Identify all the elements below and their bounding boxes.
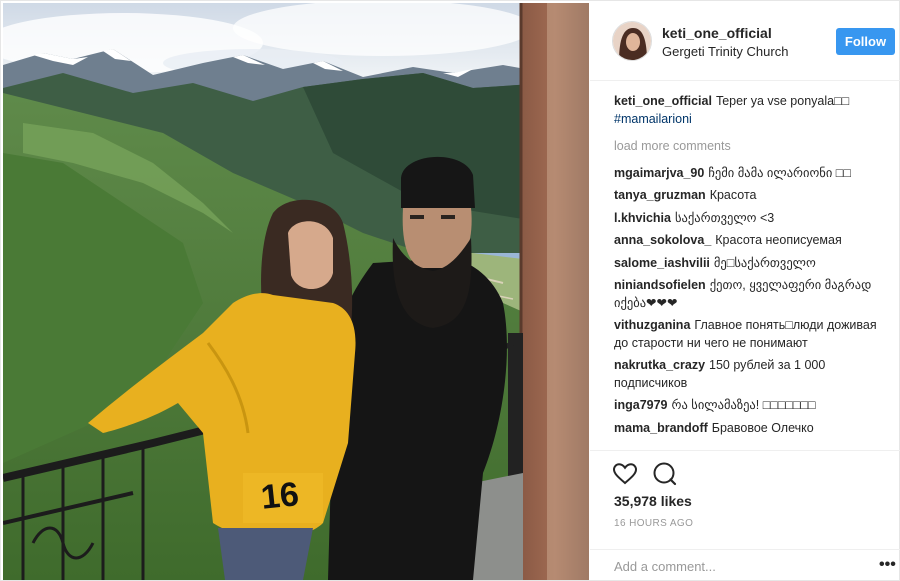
comment-text: Бравовое Олечко	[711, 420, 814, 435]
add-comment-bar: •••	[590, 549, 900, 581]
comment-username[interactable]: salome_iashvilii	[614, 256, 710, 270]
caption-text: Teper ya vse ponyala□□	[715, 94, 850, 108]
comment-item: l.khvichia საქართველო <3	[614, 210, 888, 228]
caption-username[interactable]: keti_one_official	[614, 94, 712, 108]
header-username[interactable]: keti_one_official	[662, 25, 772, 41]
caption-hashtag[interactable]: #mamailarioni	[614, 112, 692, 126]
comments-list[interactable]: keti_one_official Teper ya vse ponyala□□ …	[614, 93, 888, 450]
load-more-comments[interactable]: load more comments	[614, 138, 888, 156]
add-comment-input[interactable]	[614, 556, 854, 576]
comment-username[interactable]: vithuzganina	[614, 318, 690, 332]
follow-button[interactable]: Follow	[836, 28, 895, 55]
comment-item: salome_iashvilii მე□საქართველო	[614, 255, 888, 273]
heart-icon-graphic	[612, 463, 638, 485]
likes-count[interactable]: 35,978 likes	[614, 493, 692, 509]
comment-item: inga7979 რა სილამაზეა! □□□□□□□	[614, 397, 888, 415]
comment-item: anna_sokolova_ Красота неописуемая	[614, 232, 888, 250]
comment-item: nakrutka_crazy 150 рублей за 1 000 подпис…	[614, 357, 888, 392]
location-link[interactable]: Gergeti Trinity Church	[662, 44, 788, 59]
comment-text: მე□საქართველო	[713, 255, 816, 270]
comment-text: Красота	[709, 188, 757, 202]
comment-username[interactable]: anna_sokolova_	[614, 233, 711, 247]
comment-item: niniandsofielen ქეთო, ყველაფერი მაგრად იქ…	[614, 277, 888, 312]
comment-username[interactable]: niniandsofielen	[614, 278, 706, 292]
comment-item: mama_brandoff Бравовое Олечко	[614, 420, 888, 438]
more-options-icon[interactable]: •••	[879, 555, 896, 575]
comment-username[interactable]: mgaimarjva_90	[614, 166, 704, 180]
avatar[interactable]	[612, 21, 652, 61]
comment-username[interactable]: inga7979	[614, 398, 668, 412]
jersey-number: 16	[259, 475, 301, 517]
comment-text: საქართველო <3	[674, 210, 775, 225]
instagram-post: 16 keti_one_official Gergeti Trinity Chu…	[0, 0, 900, 581]
comment-item: tanya_gruzman Красота	[614, 187, 888, 205]
post-actions: 35,978 likes 16 HOURS AGO	[590, 450, 900, 550]
comment-username[interactable]: l.khvichia	[614, 211, 671, 225]
comment-item: mgaimarjva_90 ჩემი მამა ილარიონი □□	[614, 165, 888, 183]
comment-text: ჩემი მამა ილარიონი □□	[708, 165, 851, 180]
post-timestamp[interactable]: 16 HOURS AGO	[614, 518, 693, 529]
comment-username[interactable]: nakrutka_crazy	[614, 358, 705, 372]
comment-item: vithuzganina Главное понять□люди доживая …	[614, 317, 888, 352]
post-sidebar: keti_one_official Gergeti Trinity Church…	[590, 1, 900, 581]
comment-username[interactable]: mama_brandoff	[614, 421, 708, 435]
comment-username[interactable]: tanya_gruzman	[614, 188, 706, 202]
comment-text: რა სილამაზეა! □□□□□□□	[671, 398, 816, 412]
avatar-image	[613, 22, 651, 60]
comment-bubble-icon[interactable]	[652, 461, 678, 487]
caption: keti_one_official Teper ya vse ponyala□□ …	[614, 93, 888, 128]
post-header: keti_one_official Gergeti Trinity Church…	[590, 1, 900, 81]
comment-bubble-icon-graphic	[653, 462, 677, 486]
heart-icon[interactable]	[612, 461, 638, 487]
comment-text: Красота неописуемая	[715, 233, 842, 247]
post-photo[interactable]: 16	[3, 3, 589, 580]
